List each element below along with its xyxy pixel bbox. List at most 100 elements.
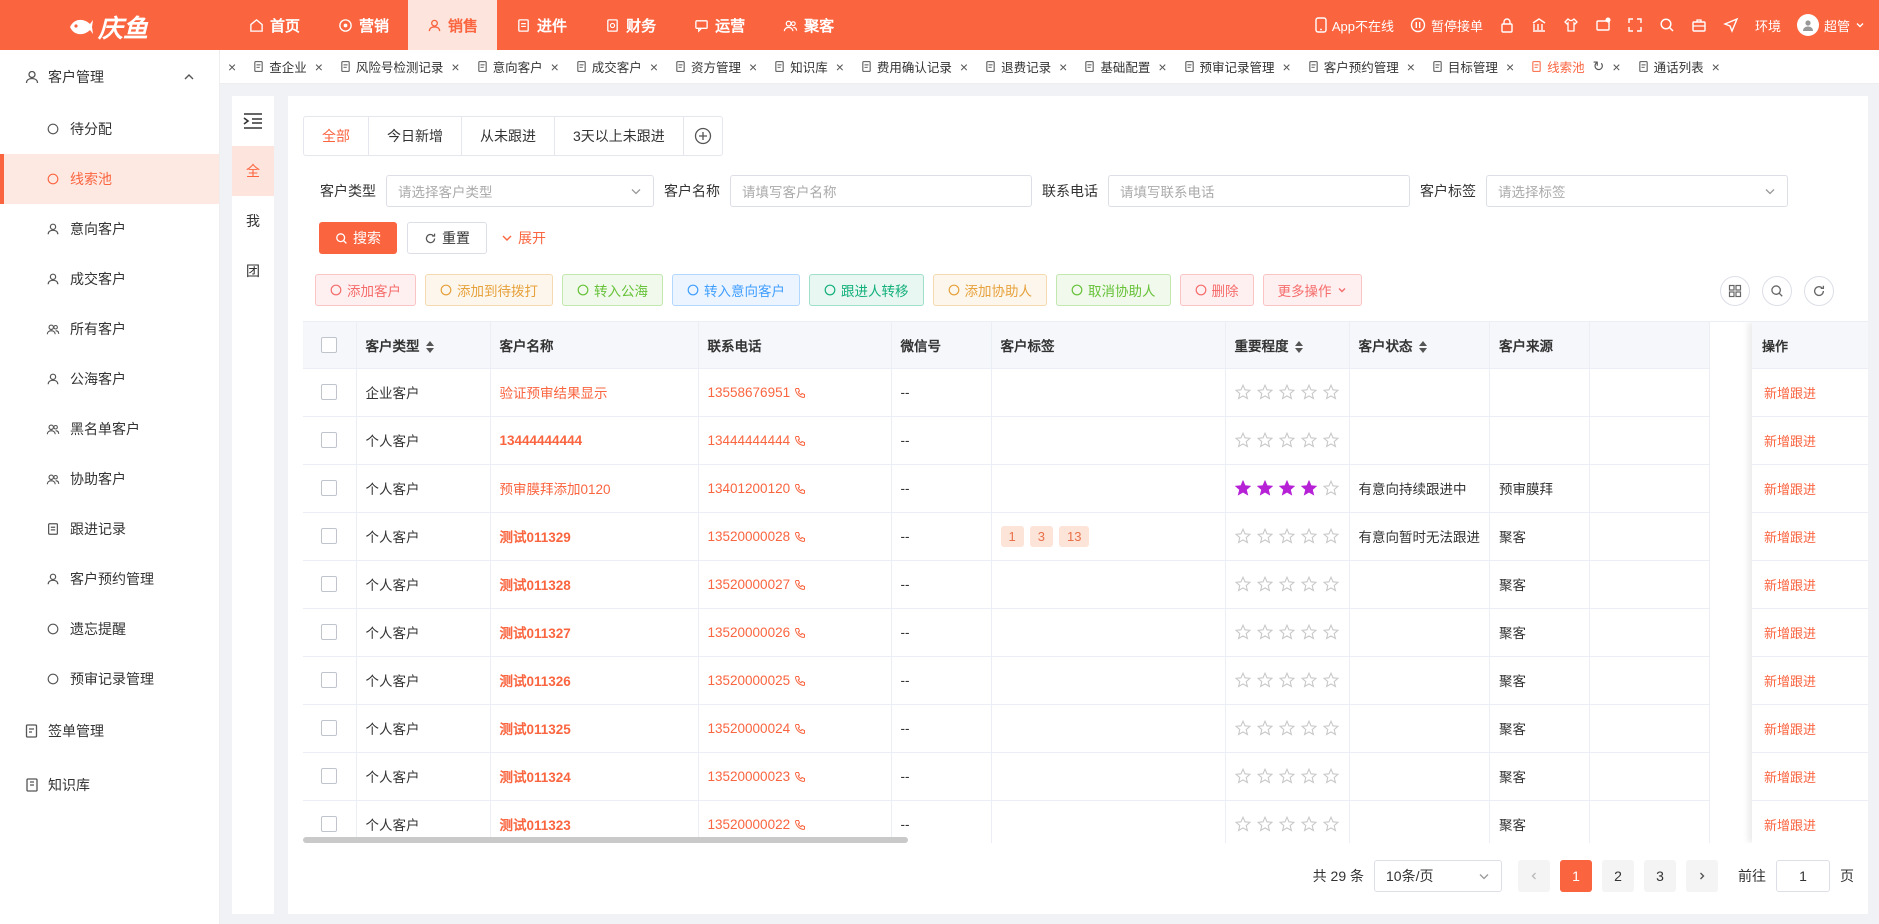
table-row[interactable]: 个人客户 测试011326 13520000025 -- 聚客: [303, 656, 1710, 705]
search-icon[interactable]: [1659, 17, 1675, 33]
sort-icon[interactable]: [1418, 340, 1428, 354]
row-checkbox[interactable]: [321, 384, 338, 400]
row-checkbox[interactable]: [321, 528, 338, 544]
add-followup-link[interactable]: 新增跟进: [1752, 465, 1868, 513]
star-icon[interactable]: [1278, 480, 1295, 496]
tab-11[interactable]: 目标管理 ×: [1423, 50, 1522, 83]
search-button[interactable]: 搜索: [319, 222, 397, 254]
star-icon[interactable]: [1278, 432, 1295, 448]
phone-call-icon[interactable]: [794, 771, 806, 783]
page-button-2[interactable]: 2: [1602, 860, 1634, 892]
scope-item-2[interactable]: 团: [232, 246, 274, 296]
user-menu[interactable]: 超管: [1796, 14, 1865, 36]
brand-logo[interactable]: 庆鱼: [68, 9, 148, 45]
cell-name-link[interactable]: 测试011327: [490, 608, 699, 657]
tab-6[interactable]: 费用确认记录 ×: [852, 50, 976, 83]
star-icon[interactable]: [1322, 672, 1339, 688]
filter-tab-0[interactable]: 全部: [304, 117, 369, 155]
cell-name-link[interactable]: 预审膜拜添加0120: [490, 464, 699, 513]
tab-close-icon[interactable]: ×: [551, 59, 559, 75]
cell-phone[interactable]: 13520000024: [698, 704, 892, 753]
phone-call-icon[interactable]: [794, 819, 806, 831]
sidebar-item-0[interactable]: 待分配: [0, 104, 219, 154]
tab-close-icon[interactable]: ×: [1506, 59, 1514, 75]
star-rating[interactable]: [1234, 624, 1340, 640]
cell-phone[interactable]: 13401200120: [698, 464, 892, 513]
star-icon[interactable]: [1300, 384, 1317, 400]
star-rating[interactable]: [1234, 768, 1340, 784]
phone-call-icon[interactable]: [794, 723, 806, 735]
tab-close-icon[interactable]: ×: [315, 59, 323, 75]
column-header-6[interactable]: 客户状态: [1349, 322, 1490, 369]
star-rating[interactable]: [1234, 576, 1340, 592]
star-icon[interactable]: [1300, 576, 1317, 592]
star-icon[interactable]: [1278, 672, 1295, 688]
action-button-6[interactable]: 取消协助人: [1056, 274, 1171, 306]
tab-2[interactable]: 意向客户 ×: [468, 50, 567, 83]
customer-tag-select[interactable]: 请选择标签: [1486, 175, 1788, 207]
star-icon[interactable]: [1322, 480, 1339, 496]
next-page-button[interactable]: [1686, 860, 1718, 892]
notification-icon[interactable]: [1595, 17, 1611, 33]
star-icon[interactable]: [1322, 816, 1339, 832]
star-rating[interactable]: [1234, 720, 1340, 736]
star-icon[interactable]: [1234, 432, 1251, 448]
fullscreen-icon[interactable]: [1627, 17, 1643, 33]
star-icon[interactable]: [1234, 528, 1251, 544]
cell-phone[interactable]: 13520000026: [698, 608, 892, 657]
star-icon[interactable]: [1278, 384, 1295, 400]
tab-close-icon[interactable]: ×: [1407, 59, 1415, 75]
row-checkbox[interactable]: [321, 720, 338, 736]
star-icon[interactable]: [1322, 768, 1339, 784]
star-icon[interactable]: [1256, 672, 1273, 688]
star-icon[interactable]: [1322, 528, 1339, 544]
expand-filters-button[interactable]: 展开: [497, 222, 550, 254]
tab-4[interactable]: 资方管理 ×: [666, 50, 765, 83]
tab-8[interactable]: 基础配置 ×: [1075, 50, 1174, 83]
star-icon[interactable]: [1322, 624, 1339, 640]
star-icon[interactable]: [1278, 768, 1295, 784]
tab-close-icon[interactable]: ×: [1712, 59, 1720, 75]
tab-close-icon[interactable]: ×: [749, 59, 757, 75]
cell-phone[interactable]: 13444444444: [698, 416, 892, 465]
refresh-button[interactable]: [1804, 276, 1834, 306]
page-button-1[interactable]: 1: [1560, 860, 1592, 892]
cell-name-link[interactable]: 验证预审结果显示: [490, 368, 699, 417]
row-checkbox[interactable]: [321, 480, 338, 496]
horizontal-scrollbar[interactable]: [303, 837, 908, 843]
app-status[interactable]: App不在线: [1315, 16, 1394, 35]
cell-name-link[interactable]: 13444444444: [490, 416, 699, 465]
star-icon[interactable]: [1234, 624, 1251, 640]
cell-name-link[interactable]: 测试011329: [490, 512, 699, 561]
sidebar-item-2[interactable]: 意向客户: [0, 204, 219, 254]
star-rating[interactable]: [1234, 480, 1340, 496]
add-followup-link[interactable]: 新增跟进: [1752, 801, 1868, 843]
star-icon[interactable]: [1300, 528, 1317, 544]
briefcase-icon[interactable]: [1691, 17, 1707, 33]
table-row[interactable]: 个人客户 测试011328 13520000027 -- 聚客: [303, 560, 1710, 609]
sidebar-item-11[interactable]: 预审记录管理: [0, 654, 219, 704]
topnav-item-4[interactable]: 财务: [586, 0, 675, 50]
add-followup-link[interactable]: 新增跟进: [1752, 657, 1868, 705]
topnav-item-2[interactable]: 销售: [408, 0, 498, 50]
star-icon[interactable]: [1278, 720, 1295, 736]
tab-10[interactable]: 客户预约管理 ×: [1299, 50, 1423, 83]
lock-icon[interactable]: [1499, 17, 1515, 33]
prev-page-button[interactable]: [1518, 860, 1550, 892]
cell-name-link[interactable]: 测试011326: [490, 656, 699, 705]
tab-close-icon[interactable]: ×: [960, 59, 968, 75]
tab-13[interactable]: 通话列表 ×: [1629, 50, 1728, 83]
sidebar-item-9[interactable]: 客户预约管理: [0, 554, 219, 604]
reset-button[interactable]: 重置: [407, 222, 487, 254]
topnav-item-0[interactable]: 首页: [230, 0, 319, 50]
tab-3[interactable]: 成交客户 ×: [567, 50, 666, 83]
sidebar-item-4[interactable]: 所有客户: [0, 304, 219, 354]
star-icon[interactable]: [1234, 768, 1251, 784]
customer-type-select[interactable]: 请选择客户类型: [386, 175, 654, 207]
star-icon[interactable]: [1322, 720, 1339, 736]
bank-icon[interactable]: [1531, 17, 1547, 33]
sidebar-item-5[interactable]: 公海客户: [0, 354, 219, 404]
tab-close-icon[interactable]: ×: [836, 59, 844, 75]
topnav-item-1[interactable]: 营销: [319, 0, 408, 50]
star-icon[interactable]: [1322, 576, 1339, 592]
